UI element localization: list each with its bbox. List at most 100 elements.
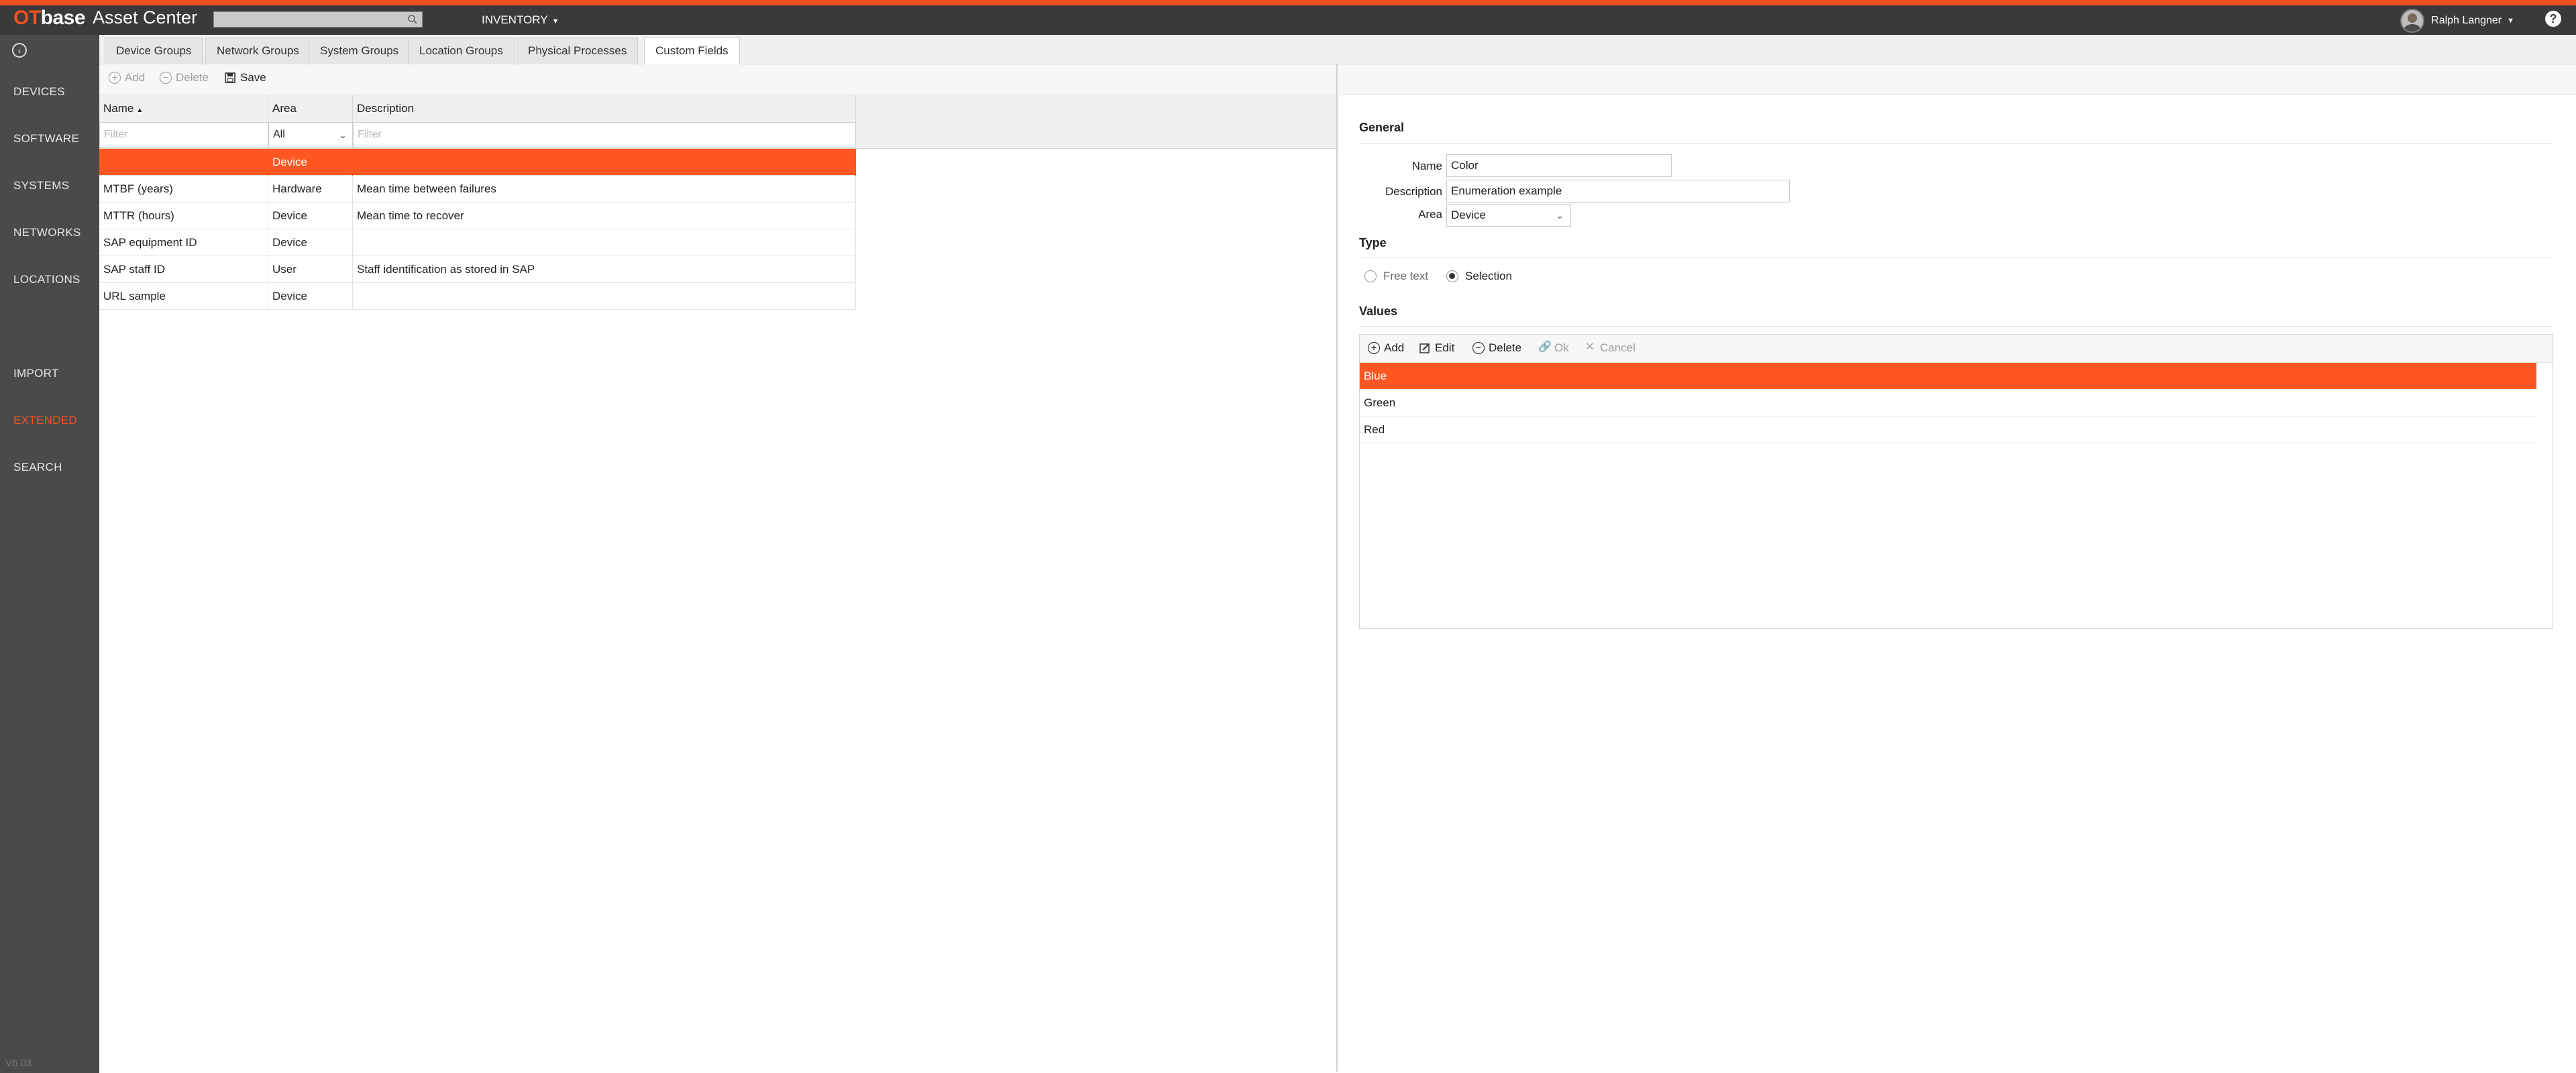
area-select[interactable]: Device ⌄ bbox=[1446, 204, 1571, 227]
help-icon[interactable]: ? bbox=[2545, 11, 2561, 27]
value-ok-label: Ok bbox=[1554, 341, 1569, 354]
cell-description: Mean time between failures bbox=[353, 176, 856, 203]
sidebar-item-systems[interactable]: SYSTEMS bbox=[13, 179, 69, 192]
name-field[interactable]: Color bbox=[1446, 154, 1672, 177]
cell-description bbox=[353, 149, 856, 176]
custom-field-detail-pane: General Name Color Description Enumerati… bbox=[1339, 64, 2576, 1072]
save-button-label: Save bbox=[240, 71, 266, 84]
avatar bbox=[2400, 9, 2425, 33]
value-cancel-label: Cancel bbox=[1600, 341, 1635, 354]
cell-name: SAP equipment ID bbox=[99, 229, 268, 256]
inventory-menu[interactable]: INVENTORY ▼ bbox=[482, 13, 559, 27]
cell-name: URL sample bbox=[99, 283, 268, 310]
tab-location-groups[interactable]: Location Groups bbox=[408, 38, 515, 64]
caret-down-icon: ▼ bbox=[2507, 17, 2514, 25]
cell-area: Device bbox=[268, 149, 353, 176]
value-cancel-button[interactable]: ✕ Cancel bbox=[1584, 341, 1635, 355]
version-label: V6.03 bbox=[5, 1058, 32, 1069]
cell-description bbox=[353, 229, 856, 256]
value-ok-button[interactable]: 🔗 Ok bbox=[1538, 341, 1569, 355]
list-item[interactable]: Blue bbox=[1360, 363, 2536, 390]
search-icon[interactable] bbox=[407, 14, 418, 25]
sidebar-item-import[interactable]: IMPORT bbox=[13, 367, 59, 380]
radio-unchecked-icon bbox=[1364, 270, 1377, 282]
tab-custom-fields[interactable]: Custom Fields bbox=[644, 38, 740, 65]
value-delete-button[interactable]: − Delete bbox=[1472, 341, 1521, 355]
list-toolbar: + Add − Delete Save bbox=[99, 64, 1336, 95]
values-toolbar: + Add Edit − Delete 🔗 Ok ✕ Cancel bbox=[1360, 335, 2553, 363]
brand-logo[interactable]: OTbase bbox=[13, 7, 86, 30]
table-row[interactable]: SAP staff ID User Staff identification a… bbox=[99, 256, 856, 283]
name-label: Name bbox=[1411, 160, 1442, 172]
description-field[interactable]: Enumeration example bbox=[1446, 180, 1790, 203]
cell-description bbox=[353, 283, 856, 310]
type-selection-label: Selection bbox=[1465, 270, 1512, 282]
sidebar-item-software[interactable]: SOFTWARE bbox=[13, 132, 79, 146]
minus-icon: − bbox=[160, 72, 172, 84]
cell-name: SAP staff ID bbox=[99, 256, 268, 283]
save-button[interactable]: Save bbox=[224, 71, 266, 84]
tab-bar: Device Groups Network Groups System Grou… bbox=[99, 35, 2576, 65]
value-add-button[interactable]: + Add bbox=[1368, 341, 1404, 355]
user-name: Ralph Langner bbox=[2431, 15, 2502, 26]
delete-button[interactable]: − Delete bbox=[160, 71, 209, 84]
save-icon bbox=[225, 72, 235, 83]
minus-icon: − bbox=[1472, 342, 1485, 354]
type-selection-radio[interactable]: Selection bbox=[1446, 270, 1512, 283]
column-header-name-label: Name bbox=[103, 102, 134, 115]
delete-button-label: Delete bbox=[176, 71, 209, 84]
name-filter-input[interactable]: Filter bbox=[99, 122, 268, 148]
sidebar-item-devices[interactable]: DEVICES bbox=[13, 85, 65, 99]
table-row[interactable]: MTTR (hours) Device Mean time to recover bbox=[99, 203, 856, 229]
sidebar-item-locations[interactable]: LOCATIONS bbox=[13, 273, 80, 286]
radio-checked-icon bbox=[1446, 270, 1458, 282]
tab-physical-processes[interactable]: Physical Processes bbox=[517, 38, 639, 64]
table-row[interactable]: MTBF (years) Hardware Mean time between … bbox=[99, 176, 856, 203]
column-header-description[interactable]: Description bbox=[353, 95, 856, 122]
sidebar-item-networks[interactable]: NETWORKS bbox=[13, 226, 81, 239]
column-header-area[interactable]: Area bbox=[268, 95, 353, 122]
table-row[interactable]: Device bbox=[99, 149, 856, 176]
section-divider bbox=[1359, 326, 2553, 327]
custom-fields-list-pane: + Add − Delete Save Name ▲ Area Description… bbox=[99, 64, 1338, 1072]
type-section-title: Type bbox=[1359, 236, 1387, 249]
value-delete-label: Delete bbox=[1489, 341, 1522, 354]
values-section-title: Values bbox=[1359, 304, 1398, 318]
description-filter-input[interactable]: Filter bbox=[353, 122, 856, 148]
back-icon[interactable]: ‹ bbox=[12, 43, 27, 58]
tab-device-groups[interactable]: Device Groups bbox=[105, 38, 203, 64]
table-row[interactable]: URL sample Device bbox=[99, 283, 856, 310]
brand-ot: OT bbox=[13, 7, 41, 29]
cancel-icon: ✕ bbox=[1585, 341, 1595, 353]
type-free-text-label: Free text bbox=[1383, 270, 1429, 282]
sidebar-item-extended[interactable]: EXTENDED bbox=[13, 414, 77, 427]
sidebar-item-search[interactable]: SEARCH bbox=[13, 461, 62, 474]
cell-description: Mean time to recover bbox=[353, 203, 856, 229]
user-menu[interactable]: Ralph Langner ▼ bbox=[2400, 7, 2514, 34]
tab-system-groups[interactable]: System Groups bbox=[309, 38, 411, 64]
value-edit-button[interactable]: Edit bbox=[1419, 341, 1454, 355]
cell-description: Staff identification as stored in SAP bbox=[353, 256, 856, 283]
search-input[interactable] bbox=[213, 11, 423, 27]
table-row[interactable]: SAP equipment ID Device bbox=[99, 229, 856, 256]
add-button[interactable]: + Add bbox=[109, 71, 145, 84]
tab-network-groups[interactable]: Network Groups bbox=[205, 38, 311, 64]
app-title: Asset Center bbox=[93, 7, 198, 27]
caret-down-icon: ▼ bbox=[551, 17, 559, 25]
type-free-text-radio[interactable]: Free text bbox=[1364, 270, 1428, 283]
general-section-title: General bbox=[1359, 121, 1405, 134]
link-icon: 🔗 bbox=[1538, 341, 1552, 353]
detail-toolbar bbox=[1339, 64, 2576, 95]
list-item[interactable]: Green bbox=[1360, 390, 2536, 416]
value-edit-label: Edit bbox=[1435, 341, 1455, 354]
value-add-label: Add bbox=[1384, 341, 1405, 354]
cell-area: Device bbox=[268, 229, 353, 256]
edit-icon bbox=[1419, 343, 1430, 353]
area-filter-select[interactable]: All ⌄ bbox=[268, 122, 353, 148]
chevron-down-icon: ⌄ bbox=[339, 129, 347, 140]
description-label: Description bbox=[1385, 185, 1442, 198]
column-header-name[interactable]: Name ▲ bbox=[99, 95, 268, 122]
area-label: Area bbox=[1418, 208, 1442, 221]
brand-base: base bbox=[40, 7, 86, 29]
list-item[interactable]: Red bbox=[1360, 416, 2536, 443]
